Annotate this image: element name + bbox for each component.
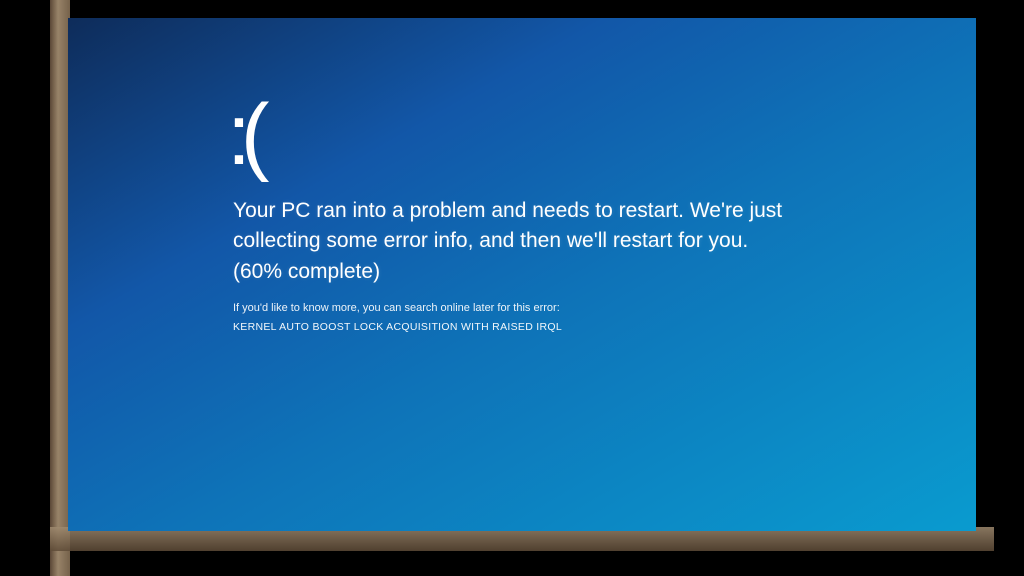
- bsod-search-hint: If you'd like to know more, you can sear…: [233, 301, 793, 316]
- bsod-error-code: KERNEL AUTO BOOST LOCK ACQUISITION WITH …: [233, 321, 896, 333]
- photo-frame-tape-left: [50, 0, 70, 576]
- bsod-main-message: Your PC ran into a problem and needs to …: [233, 196, 793, 287]
- sad-face-icon: :(: [227, 92, 896, 178]
- bsod-screen: :( Your PC ran into a problem and needs …: [68, 18, 976, 531]
